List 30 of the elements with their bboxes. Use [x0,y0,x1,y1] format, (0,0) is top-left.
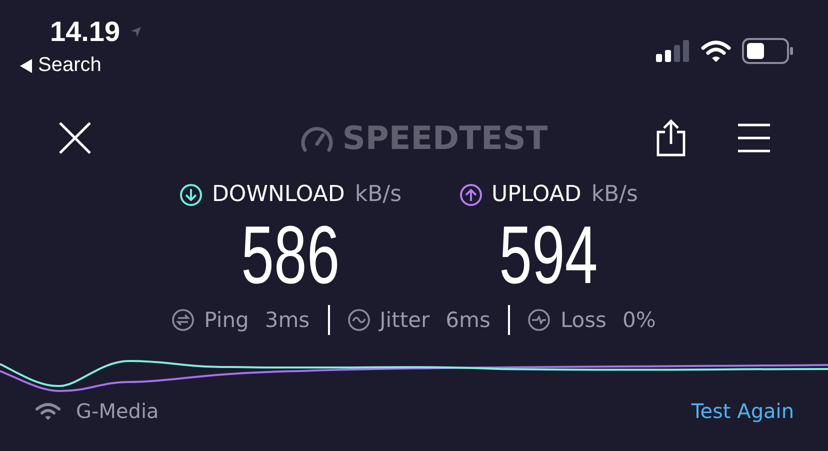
ping-icon [172,309,194,331]
speed-value: 586 [242,209,340,303]
app-logo-text: SPEEDTEST [342,119,548,157]
unit-label: kB/s [591,182,638,207]
stat-value: 6ms [446,308,490,332]
menu-button[interactable] [738,123,770,153]
back-triangle-icon [20,58,32,72]
signal-icon [656,40,690,62]
gauge-icon [300,124,334,152]
stat-label: Ping [204,308,249,332]
stat-label: Jitter [380,308,430,332]
wifi-icon [34,401,62,421]
loss-icon [528,309,550,331]
battery-icon [742,38,794,64]
network-name: G-Media [76,399,159,423]
unit-label: kB/s [354,182,402,207]
back-link[interactable]: Search [20,54,142,77]
result-label: UPLOAD [492,182,582,207]
stat-value: 3ms [264,308,310,332]
test-again-link[interactable]: Test Again [691,399,794,423]
stat-value: 0% [622,308,656,332]
result-label: DOWNLOAD [212,182,345,207]
clock-time: 14.19 [50,16,120,48]
share-button[interactable] [656,119,686,157]
wifi-icon [700,39,732,63]
jitter-icon [348,309,370,331]
stat-label: Loss [560,308,606,332]
close-button[interactable] [58,121,92,155]
location-arrow-icon [130,26,142,38]
speed-value: 594 [500,209,598,303]
